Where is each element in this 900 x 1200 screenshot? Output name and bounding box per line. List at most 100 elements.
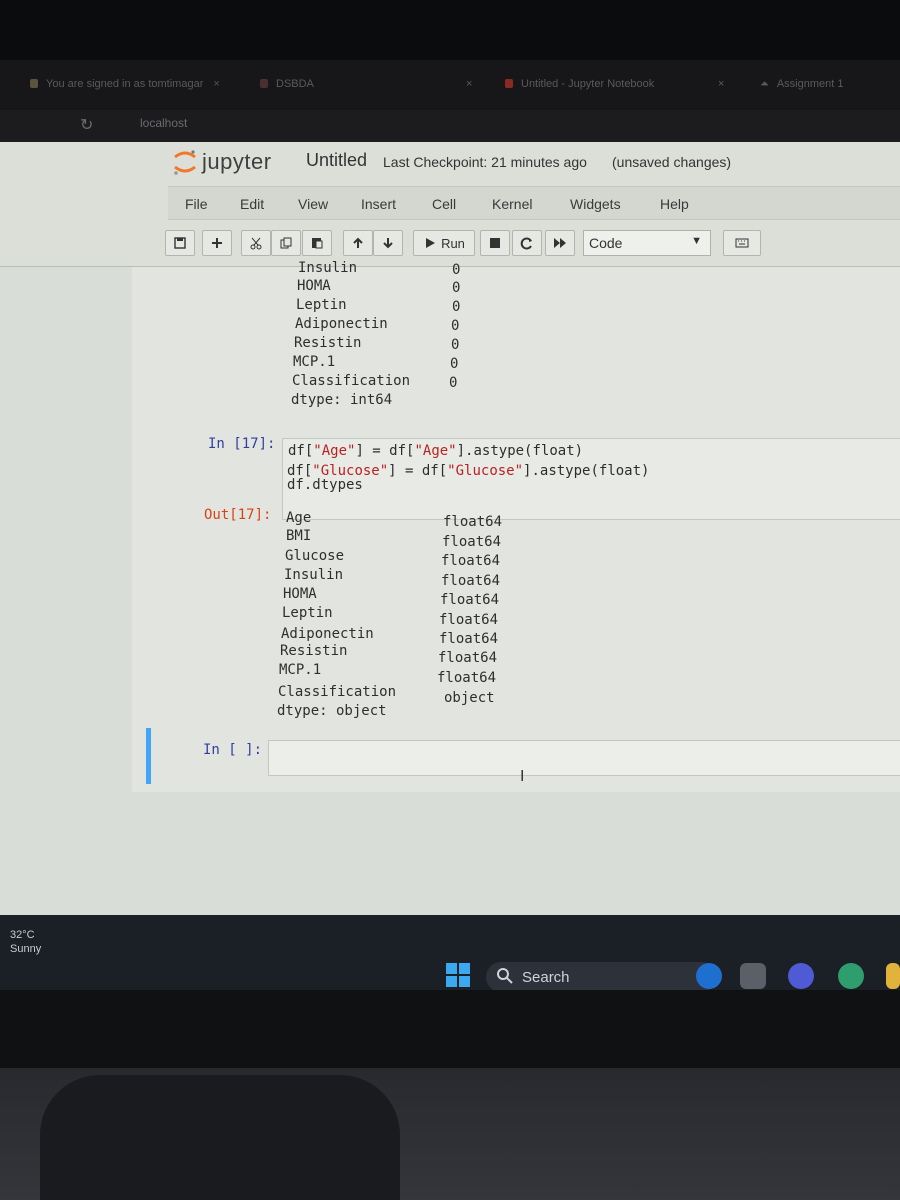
move-up-button[interactable]: [343, 230, 373, 256]
series-name: Leptin: [282, 605, 333, 621]
output-value: 0: [452, 280, 461, 296]
taskbar: 32°C Sunny Search: [0, 915, 900, 992]
tab-favicon-icon: [505, 79, 513, 88]
run-icon: [426, 238, 436, 248]
tab-label: DSBDA: [276, 78, 314, 90]
tab-favicon-icon: [260, 79, 268, 88]
menu-help[interactable]: Help: [660, 196, 689, 212]
jupyter-logo-icon: [172, 146, 198, 178]
tab-favicon-icon: [30, 79, 38, 88]
series-name: Resistin: [294, 335, 362, 351]
input-prompt: In [17]:: [208, 436, 276, 452]
url-field[interactable]: localhost: [140, 116, 187, 130]
menu-kernel[interactable]: Kernel: [492, 196, 532, 212]
close-tab-icon[interactable]: ×: [213, 78, 219, 90]
output-value: float64: [441, 553, 501, 569]
code-token: ].astype(float): [456, 443, 584, 459]
tab-assignment[interactable]: ⏶ Assignment 1: [760, 78, 843, 91]
output-value: 0: [449, 375, 458, 391]
series-name: Insulin: [298, 260, 358, 276]
close-tab-icon[interactable]: ×: [718, 78, 724, 90]
code-token: ].astype(float): [523, 463, 650, 479]
close-glyph: ×: [718, 78, 725, 90]
close-tab-icon[interactable]: ×: [466, 78, 472, 90]
bing-icon[interactable]: [696, 963, 722, 989]
keyboard-icon: [735, 238, 749, 248]
output-row: Insulin: [298, 260, 357, 276]
output-prompt: Out[17]:: [204, 507, 272, 523]
command-palette-button[interactable]: [723, 230, 761, 256]
series-name: Adiponectin: [295, 316, 388, 332]
checkpoint-status: Last Checkpoint: 21 minutes ago: [383, 154, 587, 170]
add-icon: [212, 238, 222, 248]
taskbar-search[interactable]: Search: [486, 962, 716, 992]
cell-type-select[interactable]: Code ▼: [583, 230, 711, 256]
logo-text: jupyter: [202, 149, 272, 174]
tab-jupyter[interactable]: Untitled - Jupyter Notebook: [505, 78, 654, 90]
weather-description[interactable]: Sunny: [10, 943, 41, 955]
browser-tab-strip: You are signed in as tomtimagar × DSBDA ×…: [0, 60, 900, 110]
save-icon: [174, 237, 186, 249]
series-name: Resistin: [280, 643, 348, 659]
menu-cell[interactable]: Cell: [432, 196, 456, 212]
output-value: 0: [452, 262, 461, 278]
move-down-button[interactable]: [373, 230, 403, 256]
menu-bar: File Edit View Insert Cell Kernel Widget…: [168, 186, 900, 220]
chrome-icon[interactable]: [838, 963, 864, 989]
windows-start-icon[interactable]: [446, 963, 470, 987]
code-string: "Glucose": [447, 463, 524, 479]
upload-icon: ⏶: [760, 78, 769, 90]
jupyter-logo[interactable]: jupyter: [172, 146, 272, 178]
restart-icon: [520, 237, 532, 250]
output-value: object: [444, 690, 495, 706]
run-label: Run: [441, 235, 465, 251]
tab-signed-in[interactable]: You are signed in as tomtimagar ×: [30, 78, 220, 90]
run-button[interactable]: Run: [413, 230, 475, 256]
output-value: float64: [439, 631, 499, 647]
fast-forward-icon: [554, 238, 566, 248]
interrupt-button[interactable]: [480, 230, 510, 256]
series-name: Leptin: [296, 297, 347, 313]
copy-icon: [280, 237, 292, 249]
menu-view[interactable]: View: [298, 196, 328, 212]
notebook-container: [132, 267, 900, 792]
restart-button[interactable]: [512, 230, 542, 256]
cut-button[interactable]: [241, 230, 271, 256]
tab-label: Assignment 1: [776, 78, 844, 90]
text-cursor-icon: I: [520, 768, 525, 785]
menu-widgets[interactable]: Widgets: [570, 196, 621, 212]
code-token: df[: [288, 443, 314, 459]
task-view-icon[interactable]: [740, 963, 766, 989]
add-cell-button[interactable]: [202, 230, 232, 256]
series-name: Adiponectin: [281, 626, 374, 642]
empty-code-input[interactable]: [268, 740, 900, 776]
toolbar: Run Code ▼: [165, 230, 900, 258]
tab-dsbda[interactable]: DSBDA: [260, 78, 314, 90]
restart-run-all-button[interactable]: [545, 230, 575, 256]
monitor-stand: [40, 1075, 400, 1200]
notebook-title[interactable]: Untitled: [306, 150, 367, 171]
output-value: 0: [451, 337, 460, 353]
weather-temperature[interactable]: 32°C: [10, 929, 35, 941]
code-string: "Age": [414, 443, 457, 459]
tab-label: Untitled - Jupyter Notebook: [521, 78, 655, 90]
menu-file[interactable]: File: [185, 196, 208, 212]
menu-insert[interactable]: Insert: [361, 196, 396, 212]
tab-label: You are signed in as tomtimagar: [46, 78, 204, 90]
unsaved-status: (unsaved changes): [612, 154, 732, 170]
series-name: HOMA: [283, 586, 317, 602]
menu-edit[interactable]: Edit: [240, 196, 264, 212]
dtype-line: dtype: object: [277, 703, 387, 719]
paste-button[interactable]: [302, 230, 332, 256]
teams-icon[interactable]: [788, 963, 814, 989]
series-name: MCP.1: [279, 662, 322, 678]
save-button[interactable]: [165, 230, 195, 256]
cut-icon: [250, 237, 262, 250]
copy-button[interactable]: [271, 230, 301, 256]
code-line: df.dtypes: [287, 477, 363, 493]
file-explorer-icon[interactable]: [886, 963, 900, 989]
reload-icon[interactable]: ↻: [80, 115, 93, 135]
series-name: Classification: [292, 373, 411, 389]
move-down-icon: [383, 238, 393, 249]
output-value: float64: [439, 612, 499, 628]
